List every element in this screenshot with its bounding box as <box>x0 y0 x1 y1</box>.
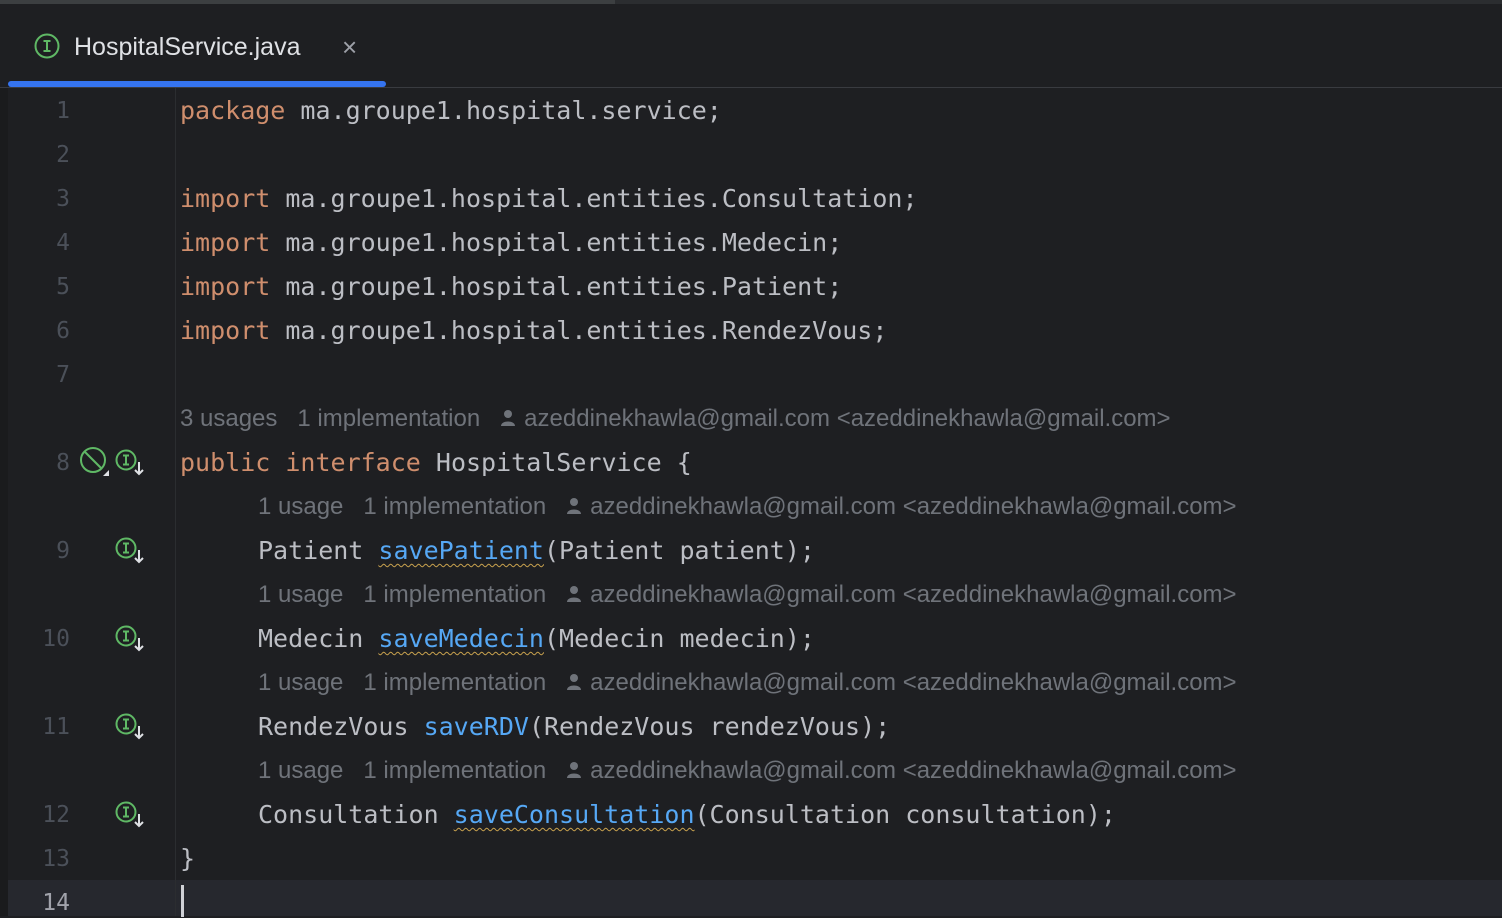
author-hint[interactable]: azeddinekhawla@gmail.com <azeddinekhawla… <box>590 757 1236 784</box>
interface-file-icon <box>34 33 60 59</box>
usages-hint[interactable]: 1 usage <box>258 757 343 784</box>
tab-title: HospitalService.java <box>74 33 301 61</box>
implemented-method-icon[interactable] <box>115 801 149 831</box>
code-line-8: public interface HospitalService { <box>180 448 692 478</box>
tab-hospitalservice-java[interactable]: HospitalService.java × <box>8 4 386 87</box>
person-icon <box>567 497 582 514</box>
code-editor[interactable]: 1 2 3 4 5 6 7 8 9 10 11 12 13 14 package… <box>0 88 1502 917</box>
code-line-13: } <box>180 844 196 873</box>
current-line-highlight <box>8 880 1502 916</box>
implemented-method-icon[interactable] <box>115 625 149 655</box>
method-name[interactable]: savePatient <box>378 536 544 565</box>
keyword: package <box>180 96 286 125</box>
import-path: ma.groupe1.hospital.entities.Medecin; <box>270 228 843 257</box>
import-path: ma.groupe1.hospital.entities.Patient; <box>270 272 843 301</box>
method-name[interactable]: saveMedecin <box>378 624 544 653</box>
method-params: (Medecin medecin); <box>544 624 815 653</box>
line-number: 9 <box>56 538 70 564</box>
line-number: 3 <box>56 186 70 212</box>
keyword: interface <box>285 448 421 477</box>
code-line-10: Medecin saveMedecin(Medecin medecin); <box>258 624 815 654</box>
keyword: public <box>180 448 271 477</box>
inlay-hint-savepatient: 1 usage 1 implementation azeddinekhawla@gm… <box>258 492 1257 522</box>
code-line-9: Patient savePatient(Patient patient); <box>258 536 815 566</box>
line-number: 7 <box>56 362 70 388</box>
usages-hint[interactable]: 1 usage <box>258 581 343 608</box>
implementations-hint[interactable]: 1 implementation <box>363 757 546 784</box>
line-number: 12 <box>42 802 70 828</box>
line-number: 13 <box>42 846 70 872</box>
implementations-hint[interactable]: 1 implementation <box>297 405 480 432</box>
code-line-3: import ma.groupe1.hospital.entities.Cons… <box>180 184 918 214</box>
code-line-4: import ma.groupe1.hospital.entities.Mede… <box>180 228 842 258</box>
editor-left-edge <box>0 88 8 916</box>
line-number: 6 <box>56 318 70 344</box>
implemented-method-icon[interactable] <box>115 537 149 567</box>
code-line-1: package ma.groupe1.hospital.service; <box>180 96 722 126</box>
return-type: Medecin <box>258 624 379 653</box>
line-number: 1 <box>56 98 70 124</box>
method-params: (Patient patient); <box>544 536 815 565</box>
line-number: 8 <box>56 450 70 476</box>
author-hint[interactable]: azeddinekhawla@gmail.com <azeddinekhawla… <box>590 581 1236 608</box>
implementations-hint[interactable]: 1 implementation <box>363 581 546 608</box>
keyword: import <box>180 184 271 213</box>
implementations-hint[interactable]: 1 implementation <box>363 493 546 520</box>
keyword: import <box>180 316 271 345</box>
method-params: (RendezVous rendezVous); <box>528 712 891 741</box>
person-icon <box>567 585 582 602</box>
import-path: ma.groupe1.hospital.entities.RendezVous; <box>270 316 888 345</box>
inlay-hint-saveconsultation: 1 usage 1 implementation azeddinekhawla@gm… <box>258 756 1257 786</box>
interface-declaration: HospitalService { <box>420 448 692 477</box>
person-icon <box>567 673 582 690</box>
method-name[interactable]: saveConsultation <box>454 800 695 829</box>
code-line-11: RendezVous saveRDV(RendezVous rendezVous… <box>258 712 890 742</box>
method-params: (Consultation consultation); <box>694 800 1116 829</box>
implemented-method-icon[interactable] <box>115 713 149 743</box>
person-icon <box>501 409 516 426</box>
line-number-current: 14 <box>42 890 70 916</box>
author-hint[interactable]: azeddinekhawla@gmail.com <azeddinekhawla… <box>590 493 1236 520</box>
line-number: 10 <box>42 626 70 652</box>
inlay-hint-saverdv: 1 usage 1 implementation azeddinekhawla@gm… <box>258 668 1257 698</box>
keyword: import <box>180 272 271 301</box>
disabled-bean-icon[interactable] <box>79 446 111 478</box>
text-caret <box>181 885 184 917</box>
return-type: Patient <box>258 536 379 565</box>
package-name: ma.groupe1.hospital.service; <box>285 96 722 125</box>
line-number: 5 <box>56 274 70 300</box>
method-name[interactable]: saveRDV <box>424 712 529 741</box>
code-line-12: Consultation saveConsultation(Consultati… <box>258 800 1116 830</box>
line-number: 2 <box>56 142 70 168</box>
gutter-separator <box>175 88 176 916</box>
import-path: ma.groupe1.hospital.entities.Consultatio… <box>270 184 918 213</box>
active-tab-indicator <box>8 81 386 87</box>
inlay-hint-interface: 3 usages 1 implementation azeddinekhawla@g… <box>180 404 1191 434</box>
editor-tab-bar: HospitalService.java × <box>0 4 1502 88</box>
implemented-interface-icon[interactable] <box>115 449 149 479</box>
line-number: 4 <box>56 230 70 256</box>
usages-hint[interactable]: 3 usages <box>180 405 277 432</box>
author-hint[interactable]: azeddinekhawla@gmail.com <azeddinekhawla… <box>524 405 1170 432</box>
line-number: 11 <box>42 714 70 740</box>
usages-hint[interactable]: 1 usage <box>258 669 343 696</box>
code-line-6: import ma.groupe1.hospital.entities.Rend… <box>180 316 887 346</box>
usages-hint[interactable]: 1 usage <box>258 493 343 520</box>
person-icon <box>567 761 582 778</box>
implementations-hint[interactable]: 1 implementation <box>363 669 546 696</box>
return-type: Consultation <box>258 800 454 829</box>
close-icon[interactable]: × <box>342 32 357 62</box>
author-hint[interactable]: azeddinekhawla@gmail.com <azeddinekhawla… <box>590 669 1236 696</box>
keyword: import <box>180 228 271 257</box>
code-line-5: import ma.groupe1.hospital.entities.Pati… <box>180 272 842 302</box>
return-type: RendezVous <box>258 712 424 741</box>
inlay-hint-savemedecin: 1 usage 1 implementation azeddinekhawla@gm… <box>258 580 1257 610</box>
